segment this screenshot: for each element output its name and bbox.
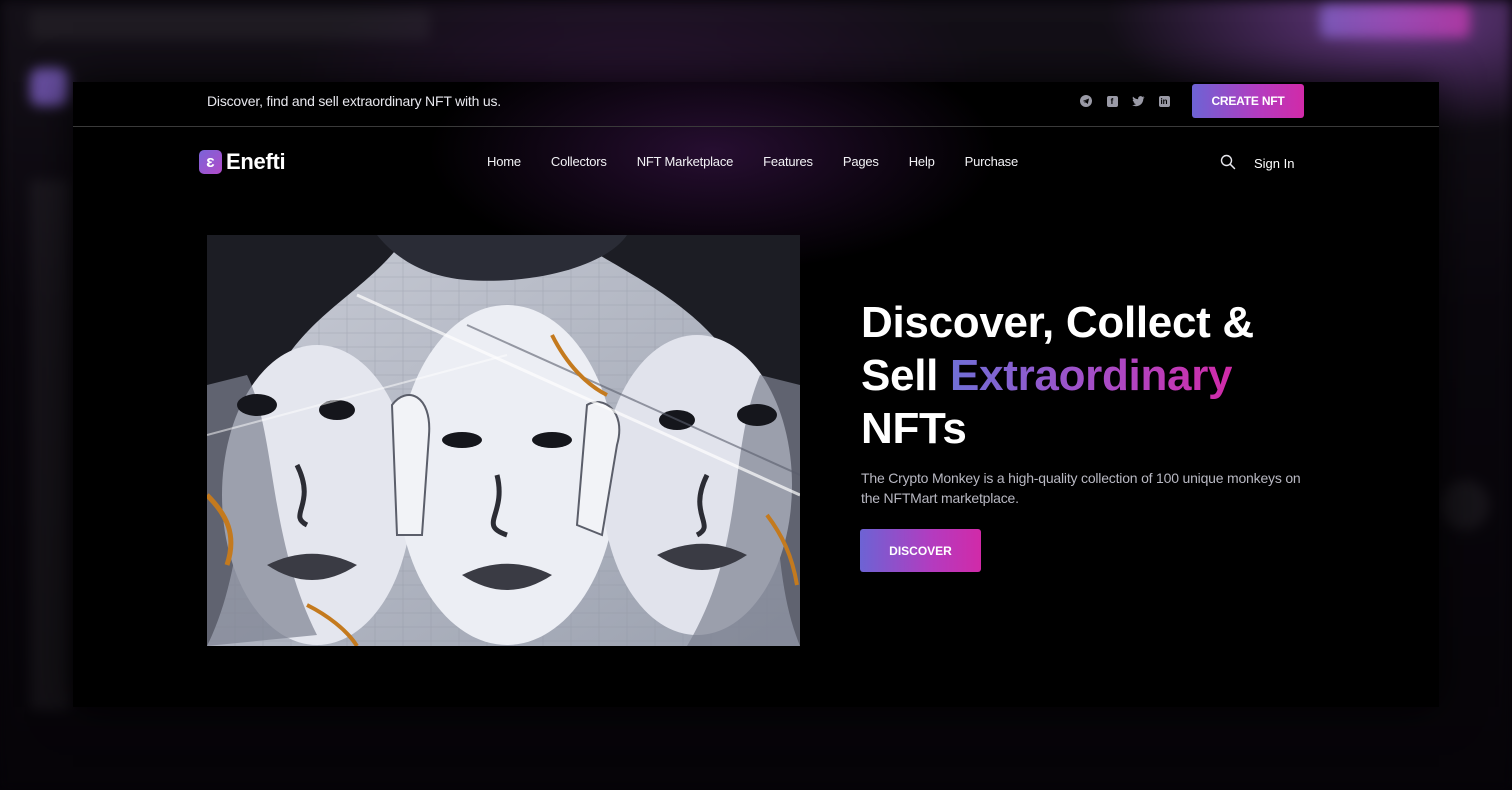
website-preview: Discover, find and sell extraordinary NF… bbox=[73, 82, 1439, 707]
create-nft-button[interactable]: CREATE NFT bbox=[1192, 84, 1304, 118]
hero-title-line-1: Discover, Collect & bbox=[861, 298, 1254, 347]
nav-item-purchase[interactable]: Purchase bbox=[965, 154, 1019, 169]
top-bar: Discover, find and sell extraordinary NF… bbox=[73, 82, 1439, 127]
nav-menu: Home Collectors NFT Marketplace Features… bbox=[487, 154, 1048, 169]
hero-title-line-2: Sell Extraordinary bbox=[861, 349, 1321, 402]
nav-item-features[interactable]: Features bbox=[763, 154, 813, 169]
linkedin-icon[interactable]: in bbox=[1157, 94, 1171, 108]
facebook-icon[interactable]: f bbox=[1105, 94, 1119, 108]
tagline: Discover, find and sell extraordinary NF… bbox=[207, 93, 501, 109]
nav-item-collectors[interactable]: Collectors bbox=[551, 154, 607, 169]
hero-title: Discover, Collect & Sell Extraordinary N… bbox=[861, 296, 1321, 455]
search-icon[interactable] bbox=[1220, 154, 1236, 170]
telegram-icon[interactable] bbox=[1079, 94, 1093, 108]
hero-title-line-3: NFTs bbox=[861, 404, 967, 453]
social-links: f in bbox=[1079, 94, 1171, 108]
discover-button[interactable]: DISCOVER bbox=[860, 529, 981, 572]
hero-title-line-2-prefix: Sell bbox=[861, 351, 950, 400]
hero-artwork-image bbox=[207, 235, 800, 646]
nav-item-pages[interactable]: Pages bbox=[843, 154, 879, 169]
hero-title-highlight: Extraordinary bbox=[950, 351, 1233, 400]
sign-in-link[interactable]: Sign In bbox=[1254, 156, 1294, 171]
logo-text: Enefti bbox=[226, 149, 286, 174]
logo[interactable]: ɛ Enefti bbox=[199, 149, 286, 175]
twitter-icon[interactable] bbox=[1131, 94, 1145, 108]
logo-mark-icon: ɛ bbox=[199, 150, 222, 174]
hero-description: The Crypto Monkey is a high-quality coll… bbox=[861, 470, 1301, 506]
main-nav: ɛ Enefti Home Collectors NFT Marketplace… bbox=[73, 128, 1439, 198]
nav-item-nft-marketplace[interactable]: NFT Marketplace bbox=[637, 154, 734, 169]
nav-item-help[interactable]: Help bbox=[909, 154, 935, 169]
nav-item-home[interactable]: Home bbox=[487, 154, 521, 169]
